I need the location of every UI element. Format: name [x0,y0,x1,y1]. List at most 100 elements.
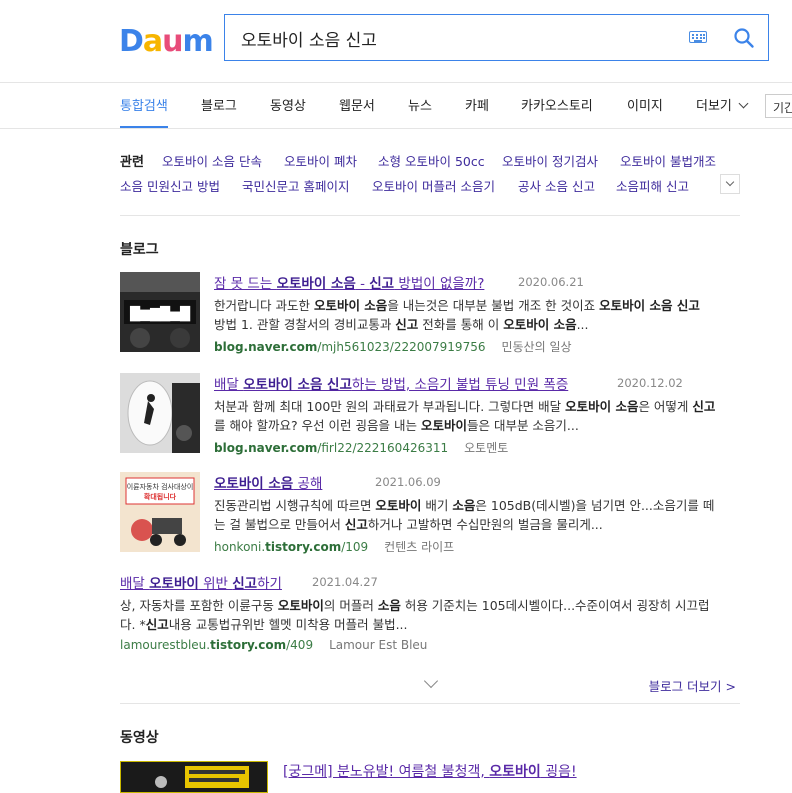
blog-post: 배달 오토바이 소음 신고하는 방법, 소음기 불법 튜닝 민원 폭증 2020… [120,373,740,456]
chevron-down-icon[interactable] [423,673,439,689]
post-url-path[interactable]: /409 [286,638,313,652]
desc-text: 처분과 함께 최대 100만 원의 과태료가 부과됩니다. 그렇다면 배달 [214,399,566,414]
desc-text: 는 걸 불법으로 만들어서 [214,517,345,532]
post-thumbnail[interactable]: █▆▇█▅█ [120,272,200,352]
tab-news[interactable]: 뉴스 [408,95,432,114]
blog-more-link[interactable]: 블로그 더보기 > [649,676,736,695]
tab-blog[interactable]: 블로그 [201,95,237,114]
related-item[interactable]: 오토바이 소음 단속 [162,151,262,170]
search-tabs: 통합검색 블로그 동영상 웹문서 뉴스 카페 카카오스토리 이미지 더보기 [0,83,792,129]
related-item[interactable]: 오토바이 불법개조 [620,151,716,170]
period-select[interactable]: 기간 [765,94,792,118]
related-item[interactable]: 공사 소음 신고 [518,176,595,195]
title-text: 하기 [257,576,282,592]
desc-text: 를 해야 할까요? 우선 이런 굉음을 내는 [214,418,421,433]
title-text: - [355,276,370,292]
post-author[interactable]: 민동산의 일상 [501,340,571,354]
desc-highlight: 신고 [145,617,169,632]
desc-text: 허용 기준치는 105데시벨이다...수준이여서 굉장히 시끄럽 [400,598,710,613]
post-title-link[interactable]: 배달 오토바이 위반 신고하기 [120,572,282,592]
post-date: 2021.04.27 [312,575,378,589]
video-title-link[interactable]: [궁그메] 분노유발! 여름철 불청객, 오토바이 굉음! [283,761,577,781]
logo-letter-u: u [162,24,183,59]
desc-highlight: 소음 [377,598,401,613]
post-thumbnail[interactable]: 이륜자동차 검사대상이 확대됩니다 [120,472,200,552]
thumb-caption-line1: 이륜자동차 검사대상이 [127,482,194,491]
title-text: 위반 [198,576,233,592]
desc-text: 한거랍니다 과도한 [214,298,314,313]
desc-text: 상, 자동차를 포함한 이륜구동 [120,598,278,613]
divider [120,215,740,216]
tab-cafe[interactable]: 카페 [465,95,489,114]
post-url-domain[interactable]: blog.naver.com [214,340,317,354]
related-item[interactable]: 오토바이 머플러 소음기 [372,176,495,195]
related-item[interactable]: 소음피해 신고 [616,176,689,195]
desc-highlight: 신고 [395,317,419,332]
post-url-path[interactable]: /mjh561023/222007919756 [317,340,485,354]
search-input[interactable] [239,15,683,62]
related-item[interactable]: 오토바이 정기검사 [502,151,598,170]
post-title-link[interactable]: 오토바이 소음 공해 [214,472,322,492]
related-item[interactable]: 오토바이 폐차 [284,151,357,170]
tab-image[interactable]: 이미지 [627,95,663,114]
post-url-domain[interactable]: honkoni. [214,540,265,554]
keyboard-icon[interactable] [689,31,707,43]
video-thumbnail[interactable] [120,761,268,793]
desc-highlight: 오토바이 소음 [313,298,388,313]
logo-letter-m: m [182,24,214,59]
blog-post: █▆▇█▅█ 잠 못 드는 오토바이 소음 - 신고 방법이 없을까? 2020… [120,272,740,354]
desc-highlight: 신고 [344,517,368,532]
thumb-caption-line2: 확대됩니다 [144,492,177,501]
post-author[interactable]: 오토멘토 [464,441,508,455]
post-url-domain[interactable]: tistory.com [210,638,286,652]
related-expand-button[interactable] [720,174,740,194]
daum-logo[interactable]: D a u m [119,24,214,59]
post-source: blog.naver.com/firl22/222160426311 오토멘토 [214,439,508,456]
header: D a u m [0,0,792,83]
search-box [224,14,769,62]
post-title-link[interactable]: 잠 못 드는 오토바이 소음 - 신고 방법이 없을까? [214,272,484,292]
post-title-link[interactable]: 배달 오토바이 소음 신고하는 방법, 소음기 불법 튜닝 민원 폭증 [214,373,568,393]
tab-video[interactable]: 동영상 [270,95,306,114]
divider [120,703,740,704]
search-icon[interactable] [733,27,755,49]
blog-post: 배달 오토바이 위반 신고하기 2021.04.27 상, 자동차를 포함한 이… [120,572,740,652]
desc-text: ... [576,317,589,332]
desc-text: 들은 대부분 소음기... [466,418,579,433]
desc-highlight: 오토바이 소음 신고 [599,298,700,313]
desc-highlight: 오토바이 소음 [565,399,639,414]
post-url-path[interactable]: /firl22/222160426311 [317,441,448,455]
post-thumbnail[interactable] [120,373,200,453]
post-url-path[interactable]: /109 [341,540,368,554]
desc-text: 은 105dB(데시벨)을 넘기면 안...소음기를 떼 [475,498,715,513]
related-item[interactable]: 소음 민원신고 방법 [120,176,220,195]
post-description: 상, 자동차를 포함한 이륜구동 오토바이의 머플러 소음 허용 기준치는 10… [120,596,740,634]
desc-highlight: 오토바이 [420,418,467,433]
related-item[interactable]: 국민신문고 홈페이지 [242,176,349,195]
desc-text: 방법 1. 관할 경찰서의 경비교통과 [214,317,396,332]
logo-letter-d: D [119,24,144,59]
post-date: 2020.12.02 [617,376,683,390]
video-section-title: 동영상 [120,730,159,746]
desc-highlight: 오토바이 [277,598,324,613]
post-url-domain[interactable]: lamourestbleu. [120,638,210,652]
post-source: lamourestbleu.tistory.com/409 Lamour Est … [120,638,427,652]
post-description: 진동관리법 시행규칙에 따르면 오토바이 배기 소음은 105dB(데시벨)을 … [214,496,740,534]
tab-web[interactable]: 웹문서 [339,95,375,114]
tab-integrated[interactable]: 통합검색 [120,95,168,114]
tab-more[interactable]: 더보기 [696,95,749,114]
blog-section-title: 블로그 [120,242,159,258]
desc-text: 내용 교통법규위반 헬멧 미착용 머플러 불법... [168,617,408,632]
desc-text: 하거나 고발하면 수십만원의 벌금을 물리게... [367,517,603,532]
title-text: 굉음! [540,764,577,780]
post-url-domain[interactable]: blog.naver.com [214,441,317,455]
post-author[interactable]: 컨텐츠 라이프 [384,540,454,554]
desc-highlight: 오토바이 소음 [503,317,577,332]
tab-kakaostory[interactable]: 카카오스토리 [521,95,593,114]
title-text: 공해 [293,476,323,492]
post-url-domain[interactable]: tistory.com [265,540,341,554]
post-author[interactable]: Lamour Est Bleu [329,638,427,652]
post-source: honkoni.tistory.com/109 컨텐츠 라이프 [214,538,454,555]
title-text: 잠 못 드는 [214,276,277,292]
related-item[interactable]: 소형 오토바이 50cc [378,151,485,170]
